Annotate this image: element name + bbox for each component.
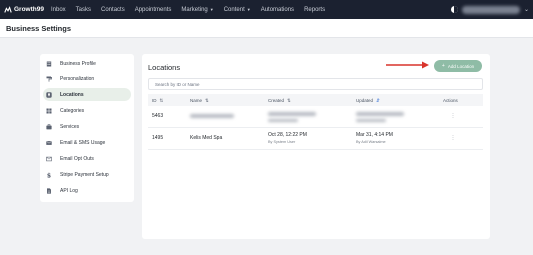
row-actions-icon[interactable]: ⋮ <box>448 113 458 119</box>
row-updated-by: By Adil Warsalme <box>356 139 386 144</box>
column-header-actions: Actions <box>443 98 458 103</box>
column-header-updated[interactable]: Updated ⇵ <box>356 98 380 104</box>
column-label: Actions <box>443 97 458 103</box>
nav-item-appointments[interactable]: Appointments <box>135 7 172 13</box>
nav-item-label: Tasks <box>75 6 92 13</box>
chevron-down-icon[interactable]: ⌄ <box>524 6 529 13</box>
table-header: ID ⇅ Name ⇅ Created ⇅ Updated ⇵ Actions <box>148 94 483 106</box>
nav-item-label: Marketing <box>181 6 208 13</box>
brand-logo[interactable]: Growth99 <box>4 5 44 14</box>
nav-item-label: Contacts <box>101 6 125 13</box>
row-id: 1495 <box>152 135 164 141</box>
nav-item-label: Content <box>223 6 245 13</box>
sidebar-item-label: API Log <box>60 187 78 194</box>
envelope-icon <box>46 140 52 146</box>
file-icon <box>46 187 52 194</box>
sidebar-item-stripe-payment-setup[interactable]: $ Stripe Payment Setup <box>43 168 131 181</box>
svg-text:$: $ <box>47 172 51 178</box>
grid-icon <box>46 108 52 114</box>
column-header-created[interactable]: Created ⇅ <box>268 98 291 104</box>
sidebar-item-personalization[interactable]: Personalization <box>43 72 131 85</box>
nav-item-content[interactable]: Content ▼ <box>224 7 251 13</box>
column-label: Created <box>268 98 285 103</box>
nav-item-tasks[interactable]: Tasks <box>76 7 91 13</box>
column-label: ID <box>152 98 157 103</box>
sidebar-item-label: Locations <box>60 91 84 98</box>
nav-menu: Inbox Tasks Contacts Appointments Market… <box>51 7 335 13</box>
column-header-name[interactable]: Name ⇅ <box>190 98 209 104</box>
row-updated-date: Mar 31, 4:14 PM <box>356 132 393 138</box>
add-location-label: Add Location <box>447 63 475 69</box>
settings-sidebar: Business Profile Personalization Locatio… <box>40 54 134 202</box>
sidebar-item-label: Email Opt Outs <box>60 155 94 162</box>
search-placeholder: Search by ID or Name <box>155 81 200 87</box>
table-row[interactable]: 1495 Kelis Med Spa Oct 28, 12:22 PM By S… <box>148 128 483 150</box>
column-label: Updated <box>356 98 374 103</box>
caret-down-icon: ▼ <box>246 7 251 12</box>
sidebar-item-business-profile[interactable]: Business Profile <box>43 57 131 70</box>
building-icon <box>46 61 52 67</box>
envelope-x-icon <box>46 156 52 162</box>
sidebar-item-email-opt-outs[interactable]: Email Opt Outs <box>43 152 131 165</box>
nav-item-contacts[interactable]: Contacts <box>101 7 125 13</box>
column-label: Name <box>190 98 203 103</box>
caret-down-icon: ▼ <box>209 7 214 12</box>
theme-toggle-icon[interactable] <box>450 6 458 13</box>
nav-item-label: Inbox <box>50 6 66 13</box>
search-input[interactable]: Search by ID or Name <box>148 78 483 90</box>
row-created-by: By System User <box>268 139 296 144</box>
brand-name: Growth99 <box>14 6 44 13</box>
table-row[interactable]: 5463 ⋮ <box>148 106 483 128</box>
sidebar-item-services[interactable]: Services <box>43 120 131 133</box>
nav-item-automations[interactable]: Automations <box>261 7 294 13</box>
row-created-redacted <box>268 112 320 122</box>
row-updated-redacted <box>356 112 408 122</box>
sidebar-item-label: Stripe Payment Setup <box>60 171 109 178</box>
sidebar-item-label: Personalization <box>60 75 95 82</box>
paint-roller-icon <box>46 76 52 82</box>
sidebar-item-label: Categories <box>60 107 85 114</box>
plus-icon: + <box>441 63 445 69</box>
locations-panel: Locations + Add Location Search by ID or… <box>142 54 490 239</box>
sidebar-item-categories[interactable]: Categories <box>43 104 131 117</box>
dollar-icon: $ <box>46 172 52 178</box>
page-header: Business Settings <box>0 19 533 38</box>
row-actions-icon[interactable]: ⋮ <box>448 135 458 141</box>
sidebar-item-label: Services <box>60 123 80 130</box>
sidebar-item-api-log[interactable]: API Log <box>43 184 131 197</box>
locations-title: Locations <box>148 63 181 72</box>
nav-item-reports[interactable]: Reports <box>304 7 325 13</box>
sidebar-item-label: Business Profile <box>60 60 96 67</box>
page-title: Business Settings <box>6 24 72 33</box>
sidebar-item-email-sms-usage[interactable]: Email & SMS Usage <box>43 136 131 149</box>
nav-item-marketing[interactable]: Marketing ▼ <box>181 7 213 13</box>
nav-item-label: Automations <box>260 6 295 13</box>
sidebar-item-locations[interactable]: Locations <box>43 88 131 101</box>
column-header-id[interactable]: ID ⇅ <box>152 98 163 104</box>
row-created: Oct 28, 12:22 PM By System User <box>268 132 307 144</box>
user-name-redacted[interactable] <box>461 5 520 14</box>
top-nav: Growth99 Inbox Tasks Contacts Appointmen… <box>0 0 533 19</box>
sort-active-icon[interactable]: ⇵ <box>376 98 380 104</box>
sidebar-item-label: Email & SMS Usage <box>60 139 106 146</box>
sort-icon[interactable]: ⇅ <box>287 98 291 104</box>
annotation-arrow-icon <box>386 61 429 69</box>
row-created-date: Oct 28, 12:22 PM <box>268 132 307 138</box>
row-name: Kelis Med Spa <box>190 135 223 141</box>
nav-item-label: Appointments <box>134 6 172 13</box>
growth99-logo-icon <box>4 5 12 13</box>
briefcase-icon <box>46 123 52 130</box>
nav-item-label: Reports <box>304 6 326 13</box>
location-icon <box>46 91 52 98</box>
user-area: ⌄ <box>450 0 529 19</box>
nav-item-inbox[interactable]: Inbox <box>51 7 66 13</box>
add-location-button[interactable]: + Add Location <box>434 60 482 72</box>
row-name-redacted <box>190 114 238 118</box>
sort-icon[interactable]: ⇅ <box>205 98 209 104</box>
row-id: 5463 <box>152 113 164 119</box>
sort-icon[interactable]: ⇅ <box>160 98 164 104</box>
row-updated: Mar 31, 4:14 PM By Adil Warsalme <box>356 132 393 144</box>
locations-table: ID ⇅ Name ⇅ Created ⇅ Updated ⇵ Actions 5463 <box>148 94 483 150</box>
